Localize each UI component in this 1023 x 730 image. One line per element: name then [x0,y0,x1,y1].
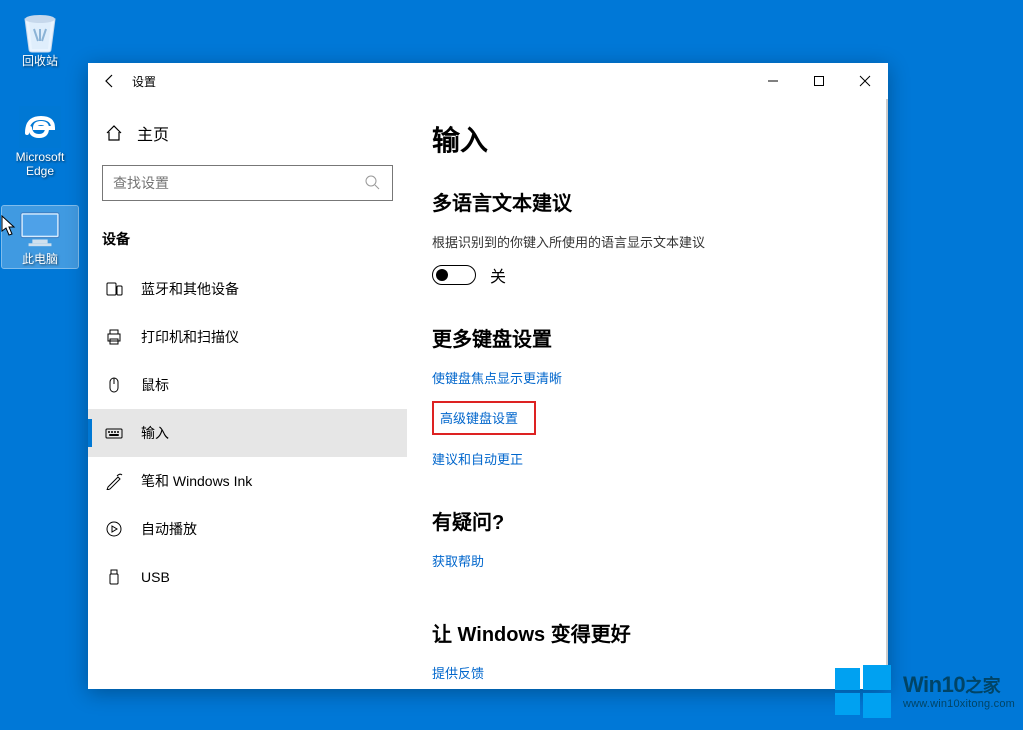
printer-icon [105,328,123,346]
close-button[interactable] [842,63,888,99]
watermark-url: www.win10xitong.com [903,698,1015,710]
maximize-button[interactable] [796,63,842,99]
bluetooth-icon [105,280,123,298]
edge-icon [19,106,61,148]
sidebar-item-label: 笔和 Windows Ink [141,471,252,491]
window-title: 设置 [132,73,750,90]
sidebar-item-typing[interactable]: 输入 [88,409,407,457]
sidebar: 主页 设备 蓝牙和其他设备 打印机和扫描仪 鼠标 [88,99,407,689]
link-keyboard-focus[interactable]: 使键盘焦点显示更清晰 [432,368,562,387]
section-question: 有疑问? [432,506,854,535]
desktop-icon-edge[interactable]: Microsoft Edge [2,106,78,179]
sidebar-item-label: USB [141,569,170,585]
sidebar-item-label: 蓝牙和其他设备 [141,279,239,299]
watermark-title: Win10之家 [903,672,1000,698]
desktop-icon-recycle-bin[interactable]: 回收站 [2,10,78,68]
titlebar: 设置 [88,63,888,99]
mouse-cursor [1,215,18,237]
link-get-help[interactable]: 获取帮助 [432,551,484,570]
sidebar-item-label: 自动播放 [141,519,197,539]
section-more-keyboard: 更多键盘设置 [432,323,854,352]
content-pane: 输入 多语言文本建议 根据识别到的你键入所使用的语言显示文本建议 关 更多键盘设… [407,99,888,689]
search-input[interactable] [113,175,364,191]
this-pc-icon [19,208,61,250]
section-multilingual: 多语言文本建议 [432,187,854,216]
windows-logo-icon [831,660,893,722]
keyboard-icon [105,424,123,442]
home-button[interactable]: 主页 [102,113,393,153]
section-multilingual-desc: 根据识别到的你键入所使用的语言显示文本建议 [432,232,854,251]
sidebar-item-autoplay[interactable]: 自动播放 [88,505,407,553]
search-icon [364,174,382,192]
back-button[interactable] [88,63,132,99]
sidebar-item-label: 打印机和扫描仪 [141,327,239,347]
recycle-bin-icon [19,10,61,52]
section-label: 设备 [102,229,393,249]
multilingual-toggle[interactable] [432,265,476,285]
section-feedback: 让 Windows 变得更好 [432,618,854,647]
page-title: 输入 [432,119,854,159]
sidebar-item-label: 输入 [141,423,169,443]
highlight-box: 高级键盘设置 [432,401,536,435]
sidebar-item-mouse[interactable]: 鼠标 [88,361,407,409]
usb-icon [105,568,123,586]
sidebar-item-printers[interactable]: 打印机和扫描仪 [88,313,407,361]
home-icon [105,124,123,142]
search-box[interactable] [102,165,393,201]
sidebar-item-pen[interactable]: 笔和 Windows Ink [88,457,407,505]
toggle-state-label: 关 [490,263,506,287]
sidebar-item-usb[interactable]: USB [88,553,407,601]
link-give-feedback[interactable]: 提供反馈 [432,663,484,682]
nav-list: 蓝牙和其他设备 打印机和扫描仪 鼠标 输入 笔和 Windows Ink [88,265,407,601]
sidebar-item-bluetooth[interactable]: 蓝牙和其他设备 [88,265,407,313]
watermark: Win10之家 www.win10xitong.com [831,660,1015,722]
settings-window: 设置 主页 设备 蓝牙和其他设备 [88,63,888,689]
home-label: 主页 [137,121,169,145]
mouse-icon [105,376,123,394]
minimize-button[interactable] [750,63,796,99]
pen-icon [105,472,123,490]
autoplay-icon [105,520,123,538]
link-suggestions-autocorrect[interactable]: 建议和自动更正 [432,449,523,468]
link-advanced-keyboard[interactable]: 高级键盘设置 [440,408,518,427]
sidebar-item-label: 鼠标 [141,375,169,395]
